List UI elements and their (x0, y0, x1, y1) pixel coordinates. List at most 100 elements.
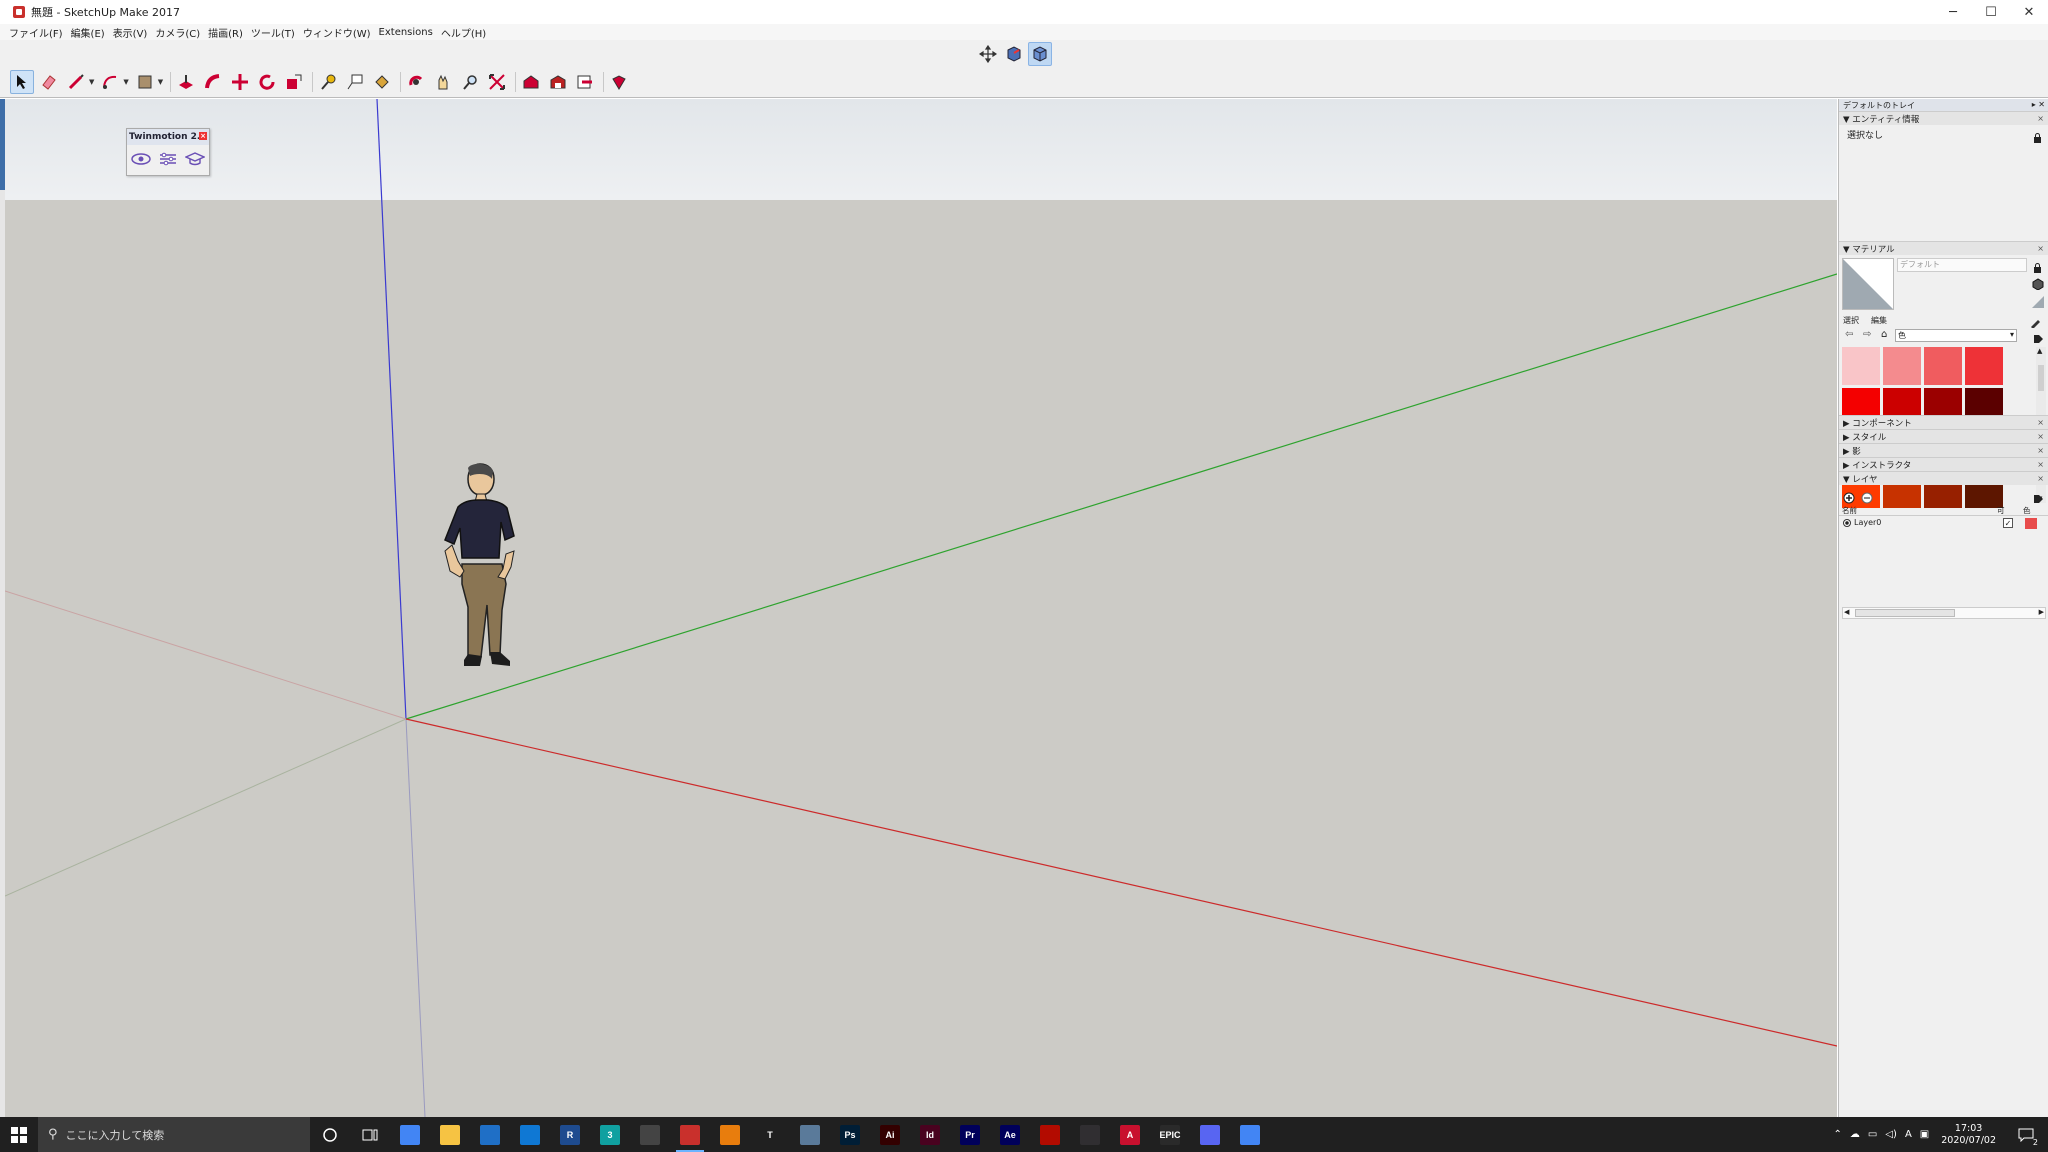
scroll-right-icon[interactable]: ▶ (2039, 608, 2044, 616)
shadows-header[interactable]: ▶ 影 × (1839, 443, 2048, 457)
close-icon[interactable]: × (2037, 432, 2044, 441)
close-icon[interactable]: × (2037, 446, 2044, 455)
rectangle-tool[interactable] (133, 70, 157, 94)
material-swatch[interactable] (1883, 347, 1921, 385)
sketchup-taskbar-button[interactable] (670, 1117, 710, 1152)
menu-camera[interactable]: カメラ(C) (155, 25, 200, 40)
after-effects-taskbar-button[interactable]: Ae (990, 1117, 1030, 1152)
instructor-header[interactable]: ▶ インストラクタ × (1839, 457, 2048, 471)
layers-header[interactable]: ▼ レイヤ × (1839, 471, 2048, 485)
layer-color-swatch[interactable] (2025, 518, 2037, 529)
layers-h-scrollbar[interactable]: ◀ ▶ (1842, 607, 2046, 619)
material-swatch[interactable] (1965, 347, 2003, 385)
line-tool-dropdown-icon[interactable]: ▼ (89, 78, 94, 86)
ime-mode-icon[interactable]: ▣ (1920, 1129, 1929, 1140)
3dsmax-taskbar-button[interactable]: 3 (590, 1117, 630, 1152)
3d-viewport[interactable] (5, 99, 1837, 1117)
pan-tool[interactable] (431, 70, 455, 94)
select-tool[interactable] (10, 70, 34, 94)
blender-taskbar-button[interactable] (710, 1117, 750, 1152)
premiere-taskbar-button[interactable]: Pr (950, 1117, 990, 1152)
tab-select[interactable]: 選択 (1843, 315, 1859, 326)
minimize-button[interactable]: ─ (1934, 0, 1972, 24)
material-library-dropdown[interactable]: 色 ▾ (1895, 329, 2017, 342)
taskbar-search-input[interactable]: ⚲ ここに入力して検索 (38, 1117, 310, 1152)
menu-view[interactable]: 表示(V) (113, 25, 148, 40)
tray-pin-close-icon[interactable]: ▸ ✕ (2032, 100, 2045, 109)
push-pull-tool[interactable] (174, 70, 198, 94)
move-axes-icon[interactable] (976, 42, 1000, 66)
layer-row[interactable]: Layer0 ✓ (1839, 517, 2048, 531)
task-view-icon[interactable] (350, 1117, 390, 1152)
extension-manager-tool[interactable] (607, 70, 631, 94)
sliders-icon[interactable] (158, 151, 178, 170)
onedrive-app-taskbar-button[interactable] (510, 1117, 550, 1152)
menu-extensions[interactable]: Extensions (379, 27, 433, 38)
chrome-taskbar-button[interactable] (390, 1117, 430, 1152)
create-material-icon[interactable] (2032, 275, 2044, 294)
obs-taskbar-button[interactable] (1070, 1117, 1110, 1152)
details-arrow-icon[interactable] (2033, 329, 2043, 348)
warehouse-tool[interactable] (519, 70, 543, 94)
scroll-thumb[interactable] (2038, 365, 2044, 391)
active-layer-radio[interactable] (1843, 519, 1851, 527)
illustrator-taskbar-button[interactable]: Ai (870, 1117, 910, 1152)
menu-edit[interactable]: 編集(E) (71, 25, 105, 40)
layer-visible-checkbox[interactable]: ✓ (2003, 518, 2013, 528)
styles-header[interactable]: ▶ スタイル × (1839, 429, 2048, 443)
rhino-taskbar-button[interactable] (630, 1117, 670, 1152)
extension-warehouse-tool[interactable] (546, 70, 570, 94)
twinmotion-taskbar-button[interactable]: T (750, 1117, 790, 1152)
cloud-icon[interactable]: ☁ (1850, 1129, 1860, 1140)
lock-icon[interactable] (2033, 128, 2042, 147)
revit-taskbar-button[interactable]: R (550, 1117, 590, 1152)
arc-tool[interactable] (98, 70, 122, 94)
zoom-tool[interactable] (458, 70, 482, 94)
menu-help[interactable]: ヘルプ(H) (441, 25, 486, 40)
scroll-up-icon[interactable]: ▲ (2037, 347, 2042, 355)
eye-icon[interactable] (130, 151, 151, 170)
forward-arrow-icon[interactable]: ⇨ (1863, 329, 1871, 340)
view-icon[interactable] (1028, 42, 1052, 66)
text-tool[interactable] (343, 70, 367, 94)
layer-name[interactable]: Layer0 (1854, 518, 1881, 527)
scale-tool[interactable] (282, 70, 306, 94)
photoshop-taskbar-button[interactable]: Ps (830, 1117, 870, 1152)
graduation-cap-icon[interactable] (184, 151, 207, 170)
notification-center-icon[interactable]: 2 (2004, 1117, 2048, 1152)
menu-file[interactable]: ファイル(F) (9, 25, 63, 40)
follow-me-tool[interactable] (201, 70, 225, 94)
scroll-left-icon[interactable]: ◀ (1844, 608, 1849, 616)
volume-icon[interactable]: ◁) (1885, 1129, 1897, 1140)
material-name-field[interactable]: デフォルト (1897, 258, 2027, 272)
materials-header[interactable]: ▼ マテリアル × (1839, 241, 2048, 255)
rotate-tool[interactable] (255, 70, 279, 94)
close-icon[interactable]: × (2037, 474, 2044, 483)
maximize-button[interactable]: ☐ (1972, 0, 2010, 24)
back-arrow-icon[interactable]: ⇦ (1845, 329, 1853, 340)
scroll-thumb[interactable] (1855, 609, 1955, 617)
menu-tools[interactable]: ツール(T) (251, 25, 295, 40)
close-button[interactable]: ✕ (2010, 0, 2048, 24)
file-explorer-taskbar-button[interactable] (430, 1117, 470, 1152)
close-icon[interactable]: × (2037, 114, 2044, 123)
tab-edit[interactable]: 編集 (1871, 315, 1887, 326)
section-icon[interactable] (1002, 42, 1026, 66)
mail-taskbar-button[interactable] (470, 1117, 510, 1152)
orbit-tool[interactable] (404, 70, 428, 94)
indesign-taskbar-button[interactable]: Id (910, 1117, 950, 1152)
close-icon[interactable]: × (2037, 460, 2044, 469)
autocad-taskbar-button[interactable]: A (1110, 1117, 1150, 1152)
network-icon[interactable]: ▭ (1868, 1129, 1877, 1140)
clock[interactable]: 17:03 2020/07/02 (1933, 1123, 2004, 1147)
paint-bucket-tool[interactable] (370, 70, 394, 94)
twinmotion-title[interactable]: Twinmotion 2... × (127, 129, 209, 145)
close-icon[interactable]: × (2037, 418, 2044, 427)
home-icon[interactable]: ⌂ (1881, 329, 1887, 340)
line-tool[interactable] (64, 70, 88, 94)
rectangle-tool-dropdown-icon[interactable]: ▼ (158, 78, 163, 86)
eraser-tool[interactable] (37, 70, 61, 94)
send-to-layout-tool[interactable] (573, 70, 597, 94)
move-tool[interactable] (228, 70, 252, 94)
arc-tool-dropdown-icon[interactable]: ▼ (123, 78, 128, 86)
